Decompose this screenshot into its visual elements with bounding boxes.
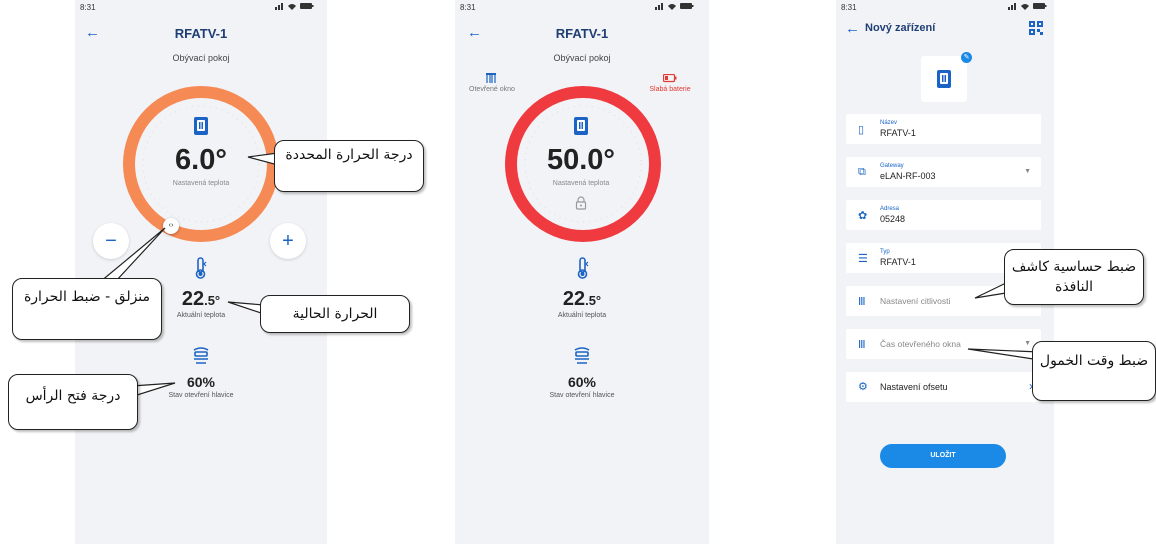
callout-set-temperature: درجة الحرارة المحددة xyxy=(274,140,424,192)
callout-delay: ضبط وقت الخمول xyxy=(1032,341,1156,401)
callout-pointers xyxy=(98,152,1041,397)
callout-sensitivity: ضبط حساسية كاشف النافذة xyxy=(1004,249,1144,305)
callout-current-temperature: الحرارة الحالية xyxy=(260,295,410,333)
callout-opening: درجة فتح الرأس xyxy=(8,374,138,430)
callout-slider: منزلق - ضبط الحرارة xyxy=(12,278,162,340)
